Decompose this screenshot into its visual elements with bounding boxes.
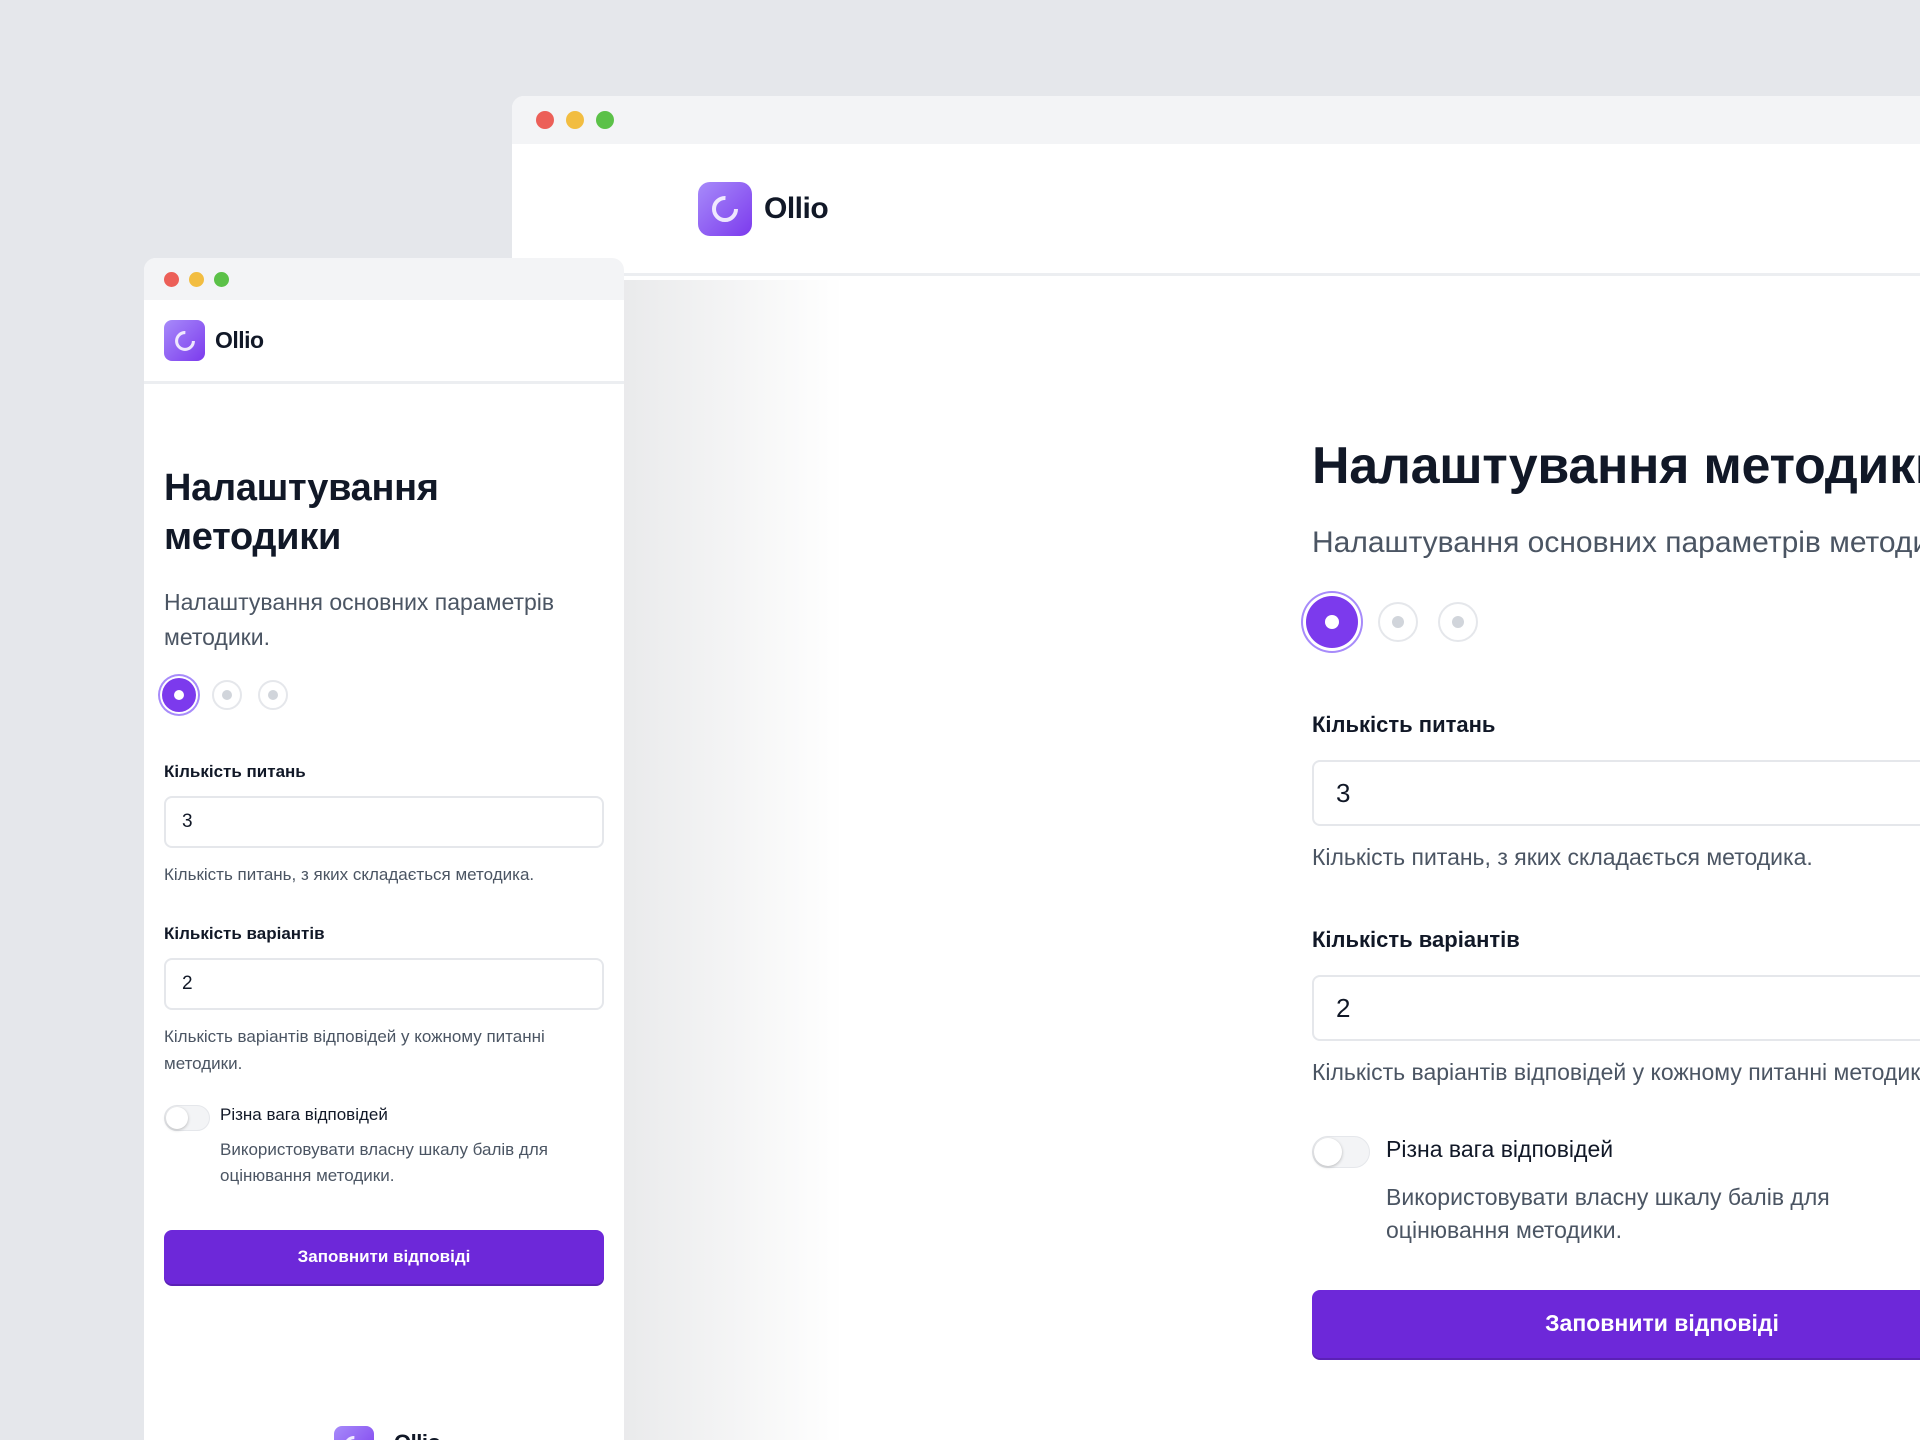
questions-count-label: Кількість питань: [1312, 712, 1496, 737]
mobile-window: Ollio Налаштування методики Налаштування…: [144, 258, 624, 1440]
step-1-dot[interactable]: [162, 678, 196, 713]
settings-form: Налаштування методики Налаштування основ…: [1306, 436, 1920, 1358]
variants-count-label: Кількість варіантів: [164, 924, 325, 944]
fill-answers-button[interactable]: Заповнити відповіді: [164, 1229, 604, 1284]
footer-logo-icon[interactable]: [334, 1426, 374, 1440]
minimize-window-button[interactable]: [566, 111, 584, 129]
questions-count-help: Кількість питань, з яких складається мет…: [1312, 844, 1813, 870]
questions-count-input[interactable]: 3: [164, 796, 604, 849]
brand-name[interactable]: Ollio: [764, 192, 829, 226]
maximize-window-button[interactable]: [596, 111, 614, 129]
weight-toggle-description: Використовувати власну шкалу балів для о…: [1386, 1184, 1830, 1244]
page-title: Налаштування методики: [1312, 437, 1920, 495]
weight-toggle-description: Використовувати власну шкалу балів для о…: [220, 1140, 548, 1186]
close-window-button[interactable]: [536, 111, 554, 129]
weight-toggle-label: Різна вага відповідей: [1386, 1136, 1614, 1162]
desktop-window: Ollio Налаштування методики Налаштування…: [512, 96, 1920, 1440]
step-3-dot[interactable]: [1438, 602, 1478, 642]
settings-form: Налаштування методики Налаштування основ…: [144, 464, 624, 1284]
questions-count-help: Кількість питань, з яких складається мет…: [164, 865, 535, 885]
variants-count-input[interactable]: 2: [164, 958, 604, 1011]
brand-name[interactable]: Ollio: [215, 327, 264, 354]
step-indicator: [1306, 596, 1920, 648]
window-titlebar: [144, 258, 624, 300]
page-subtitle: Налаштування основних параметрів методик…: [1312, 526, 1920, 559]
step-3-dot[interactable]: [258, 680, 288, 711]
minimize-window-button[interactable]: [189, 271, 204, 287]
window-titlebar: [512, 96, 1920, 144]
questions-count-input[interactable]: 3: [1312, 760, 1920, 826]
close-window-button[interactable]: [164, 271, 179, 287]
variants-count-help: Кількість варіантів відповідей у кожному…: [1312, 1059, 1920, 1085]
app-header: Ollio: [512, 144, 1920, 276]
variants-count-input[interactable]: 2: [1312, 975, 1920, 1041]
ollio-logo-icon[interactable]: [164, 320, 205, 361]
weight-toggle[interactable]: [1312, 1136, 1370, 1168]
variants-count-label: Кількість варіантів: [1312, 927, 1520, 952]
page-subtitle: Налаштування основних параметрів методик…: [164, 588, 555, 651]
step-indicator: [162, 678, 604, 713]
questions-count-label: Кількість питань: [164, 762, 306, 782]
weight-toggle[interactable]: [164, 1105, 210, 1132]
app-header: Ollio: [144, 300, 624, 384]
fill-answers-button[interactable]: Заповнити відповіді: [1312, 1289, 1920, 1358]
footer-brand-name: Ollio: [394, 1430, 441, 1440]
variants-count-help: Кількість варіантів відповідей у кожному…: [164, 1027, 545, 1073]
maximize-window-button[interactable]: [214, 271, 229, 287]
step-2-dot[interactable]: [1378, 602, 1418, 642]
step-2-dot[interactable]: [212, 680, 242, 711]
ollio-logo-icon[interactable]: [698, 181, 752, 236]
step-1-dot[interactable]: [1306, 596, 1358, 648]
page-title: Налаштування методики: [164, 467, 439, 559]
weight-toggle-label: Різна вага відповідей: [220, 1105, 388, 1125]
